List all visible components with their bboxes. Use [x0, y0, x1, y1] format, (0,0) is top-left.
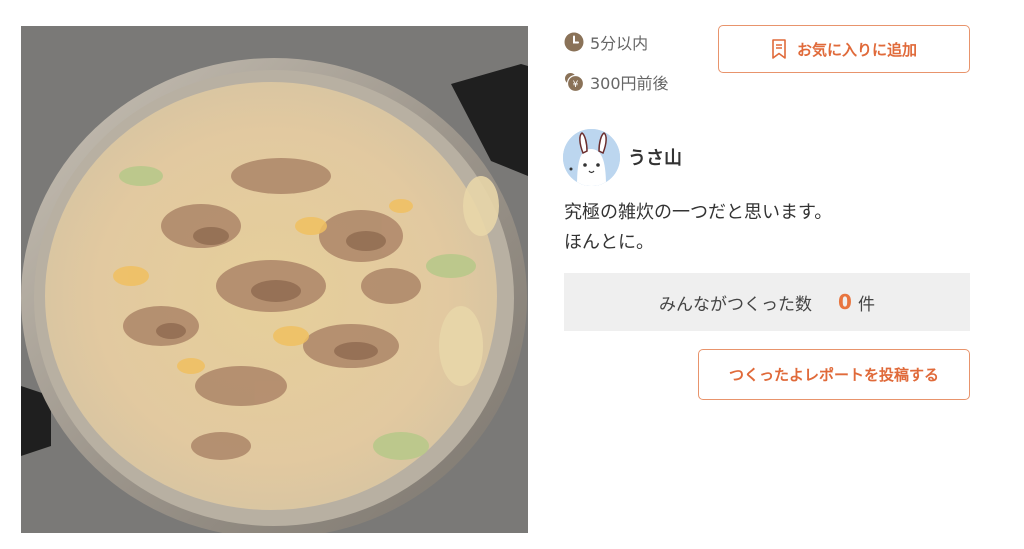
coin-icon: ¥ — [565, 73, 584, 92]
description-line: 究極の雑炊の一つだと思います。 — [564, 202, 833, 223]
cook-time-text: 5分以内 — [590, 34, 649, 53]
post-report-label: つくったよレポートを投稿する — [728, 366, 939, 384]
cook-time: 5分以内 — [564, 30, 648, 54]
made-count-box: みんながつくった数 0 件 — [564, 273, 970, 331]
bookmark-icon — [772, 39, 786, 59]
made-count-unit: 件 — [857, 294, 875, 315]
recipe-description: 究極の雑炊の一つだと思います。 ほんとに。 — [564, 198, 964, 258]
rabbit-avatar-icon — [563, 129, 620, 186]
made-count-value: 0 — [838, 290, 852, 314]
author-name[interactable]: うさ山 — [628, 144, 682, 170]
cost-text: 300円前後 — [590, 74, 669, 93]
add-favorite-label: お気に入りに追加 — [796, 40, 917, 59]
post-report-button[interactable]: つくったよレポートを投稿する — [698, 349, 970, 400]
clock-icon — [564, 32, 584, 52]
add-favorite-button[interactable]: お気に入りに追加 — [718, 25, 970, 73]
cost: ¥ 300円前後 — [564, 70, 669, 94]
made-count-label: みんながつくった数 — [659, 294, 813, 315]
recipe-detail: 5分以内 ¥ 300円前後 お気に入りに追加 うさ山 究極の雑炊の一つだと思いま… — [0, 0, 1024, 549]
recipe-photo — [21, 26, 528, 533]
author-avatar[interactable] — [563, 129, 620, 186]
description-line: ほんとに。 — [564, 232, 654, 253]
svg-text:¥: ¥ — [573, 80, 579, 90]
